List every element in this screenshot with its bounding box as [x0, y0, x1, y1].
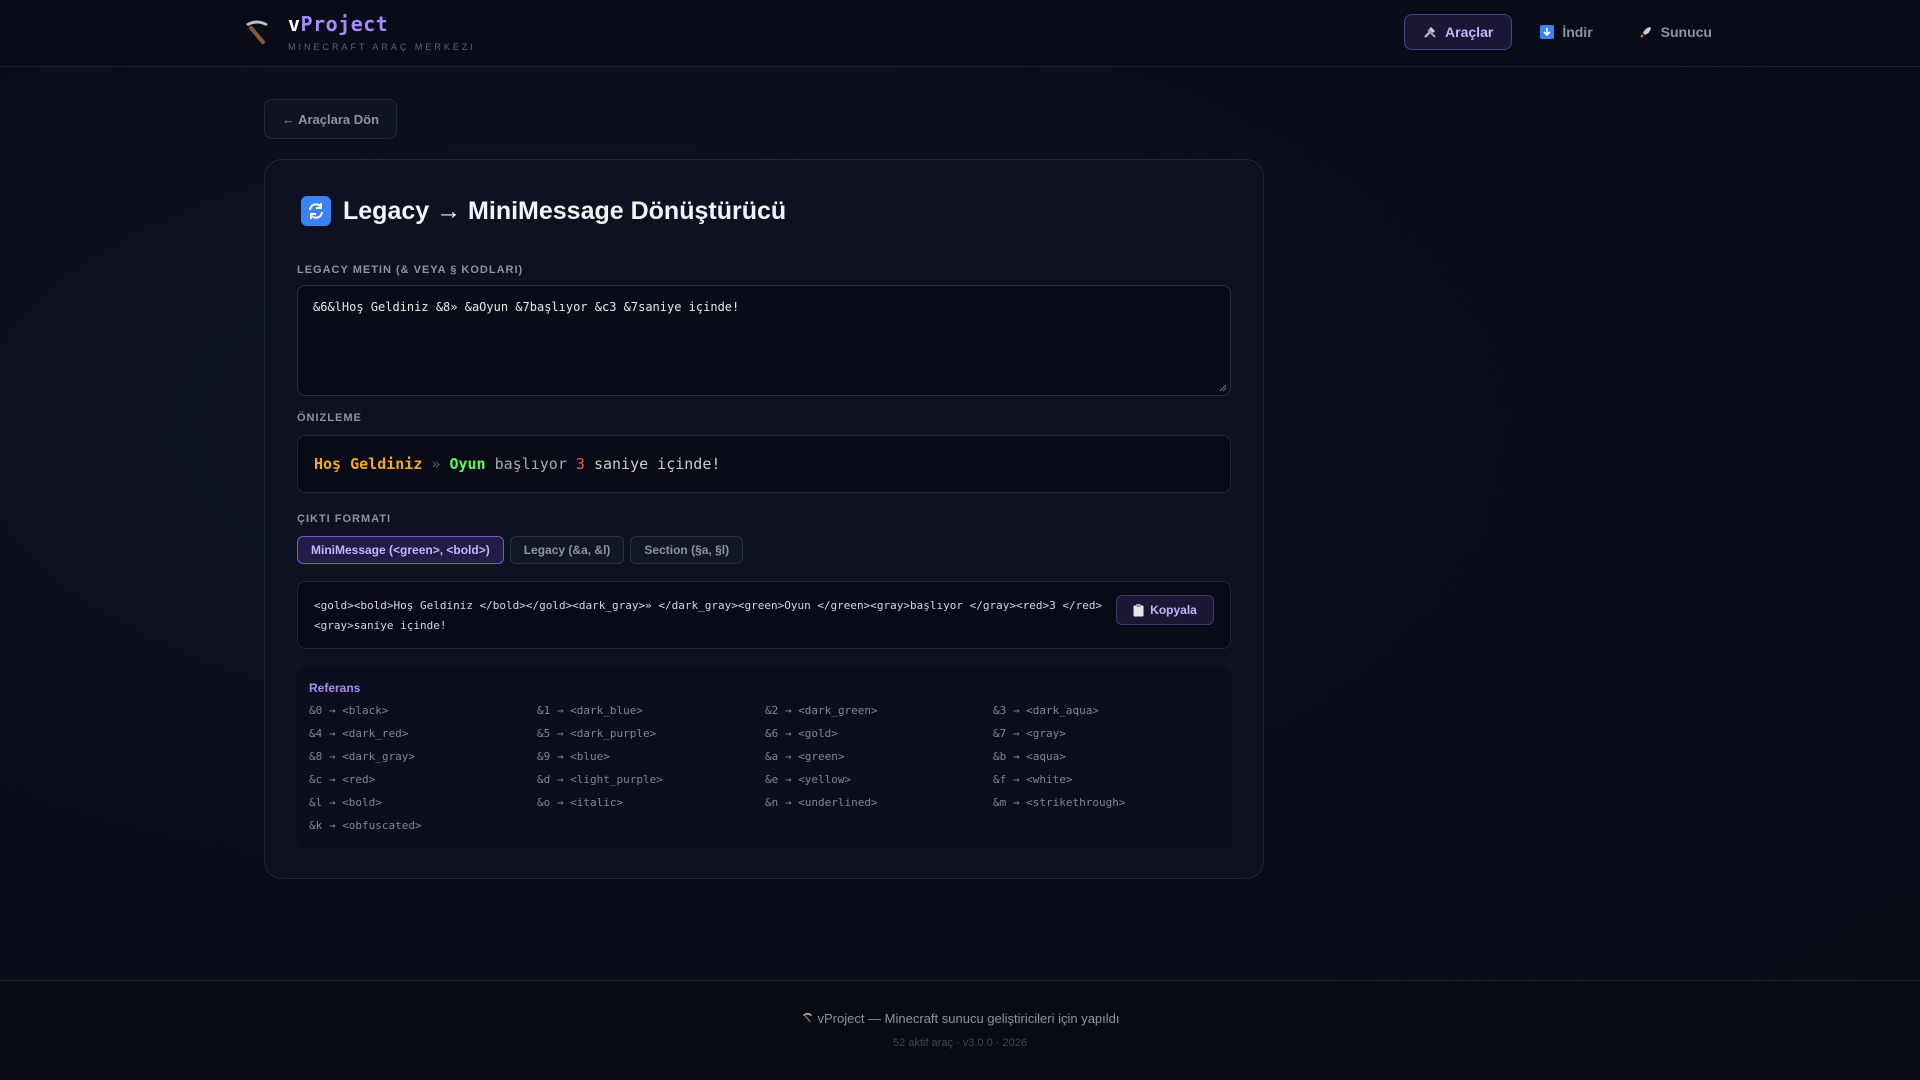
reference-item: &0 → <black>: [309, 704, 389, 717]
reference-item: &d → <light_purple>: [537, 773, 663, 786]
resize-handle-icon[interactable]: [1219, 384, 1227, 392]
preview-output: Hoş Geldiniz » Oyun başlıyor 3 saniye iç…: [297, 435, 1231, 493]
reference-item: &m → <strikethrough>: [993, 796, 1126, 809]
output-text[interactable]: <gold><bold>Hoş Geldiniz </bold></gold><…: [314, 596, 1104, 636]
preview-label: ÖNIZLEME: [297, 412, 362, 424]
reference-panel: Referans &0 → <black> &1 → <dark_blue> &2 …: [297, 667, 1231, 847]
format-tabs: MiniMessage (<green>, <bold>) Legacy (&a…: [297, 536, 744, 564]
footer-credit: vProject — Minecraft sunucu geliştiricil…: [0, 1011, 1920, 1026]
legacy-text-value: &6&lHoş Geldiniz &8» &aOyun &7başlıyor &…: [313, 300, 740, 314]
page-title: Legacy → MiniMessage Dönüştürücü: [343, 196, 787, 225]
converter-card: Legacy → MiniMessage Dönüştürücü LEGACY …: [264, 159, 1264, 879]
rocket-icon: [1639, 27, 1651, 38]
reference-grid: &0 → <black> &1 → <dark_blue> &2 → <dark_g…: [309, 704, 1221, 842]
reference-title: Referans: [309, 681, 361, 695]
download-icon: [1540, 25, 1555, 39]
reference-item: &a → <green>: [765, 750, 845, 763]
reference-item: &2 → <dark_green>: [765, 704, 878, 717]
tab-minimessage[interactable]: MiniMessage (<green>, <bold>): [297, 536, 504, 564]
nav-download[interactable]: İndir: [1522, 14, 1610, 50]
preview-segment: 3: [575, 455, 585, 473]
main-nav: Araçlar İndir Sunucu: [1404, 14, 1730, 50]
reference-item: &n → <underlined>: [765, 796, 878, 809]
reference-item: &c → <red>: [309, 773, 376, 786]
preview-segment: saniye içinde!: [584, 455, 721, 473]
nav-download-label: İndir: [1562, 24, 1593, 40]
brand-subtitle: MINECRAFT ARAÇ MERKEZI: [288, 42, 476, 52]
preview-segment: başlıyor: [485, 455, 576, 473]
copy-button-label: Kopyala: [1150, 603, 1197, 617]
reference-item: &o → <italic>: [537, 796, 624, 809]
footer-meta: 52 aktif araç · v3.0.0 · 2026: [893, 1037, 1027, 1049]
nav-tools-label: Araçlar: [1445, 24, 1494, 40]
nav-tools[interactable]: Araçlar: [1404, 14, 1513, 50]
back-to-tools-button[interactable]: ← Araçlara Dön: [264, 99, 397, 139]
preview-segment: Oyun: [449, 455, 486, 473]
reference-item: &7 → <gray>: [993, 727, 1066, 740]
tab-legacy[interactable]: Legacy (&a, &l): [509, 536, 625, 564]
preview-segment: »: [422, 455, 450, 473]
footer: vProject — Minecraft sunucu geliştiricil…: [0, 980, 1920, 1080]
reference-item: &k → <obfuscated>: [309, 819, 422, 832]
refresh-icon: [301, 196, 331, 226]
reference-item: &l → <bold>: [309, 796, 382, 809]
card-header: Legacy → MiniMessage Dönüştürücü: [301, 196, 786, 226]
reference-item: &8 → <dark_gray>: [309, 750, 415, 763]
nav-server-label: Sunucu: [1660, 24, 1712, 40]
reference-item: &5 → <dark_purple>: [537, 727, 657, 740]
top-navbar: vProject MINECRAFT ARAÇ MERKEZI Araçlar …: [0, 0, 1920, 67]
pickaxe-icon: [246, 20, 268, 45]
reference-item: &6 → <gold>: [765, 727, 838, 740]
clipboard-icon: [1133, 603, 1144, 616]
reference-item: &3 → <dark_aqua>: [993, 704, 1099, 717]
format-label: ÇIKTI FORMATI: [297, 513, 392, 525]
reference-item: &9 → <blue>: [537, 750, 610, 763]
nav-server[interactable]: Sunucu: [1621, 14, 1730, 50]
pickaxe-icon: [802, 1013, 812, 1023]
reference-item: &e → <yellow>: [765, 773, 852, 786]
brand-title: vProject: [288, 12, 389, 36]
reference-item: &1 → <dark_blue>: [537, 704, 643, 717]
input-label: LEGACY METIN (& VEYA § KODLARI): [297, 264, 524, 276]
output-panel: <gold><bold>Hoş Geldiniz </bold></gold><…: [297, 581, 1231, 649]
legacy-text-input[interactable]: &6&lHoş Geldiniz &8» &aOyun &7başlıyor &…: [297, 285, 1231, 396]
tools-icon: [1424, 27, 1436, 38]
copy-button[interactable]: Kopyala: [1116, 595, 1214, 625]
tab-section[interactable]: Section (§a, §l): [630, 536, 744, 564]
preview-segment: Hoş Geldiniz: [314, 455, 423, 473]
reference-item: &4 → <dark_red>: [309, 727, 409, 740]
reference-item: &f → <white>: [993, 773, 1073, 786]
brand[interactable]: vProject MINECRAFT ARAÇ MERKEZI: [240, 12, 476, 52]
reference-item: &b → <aqua>: [993, 750, 1066, 763]
